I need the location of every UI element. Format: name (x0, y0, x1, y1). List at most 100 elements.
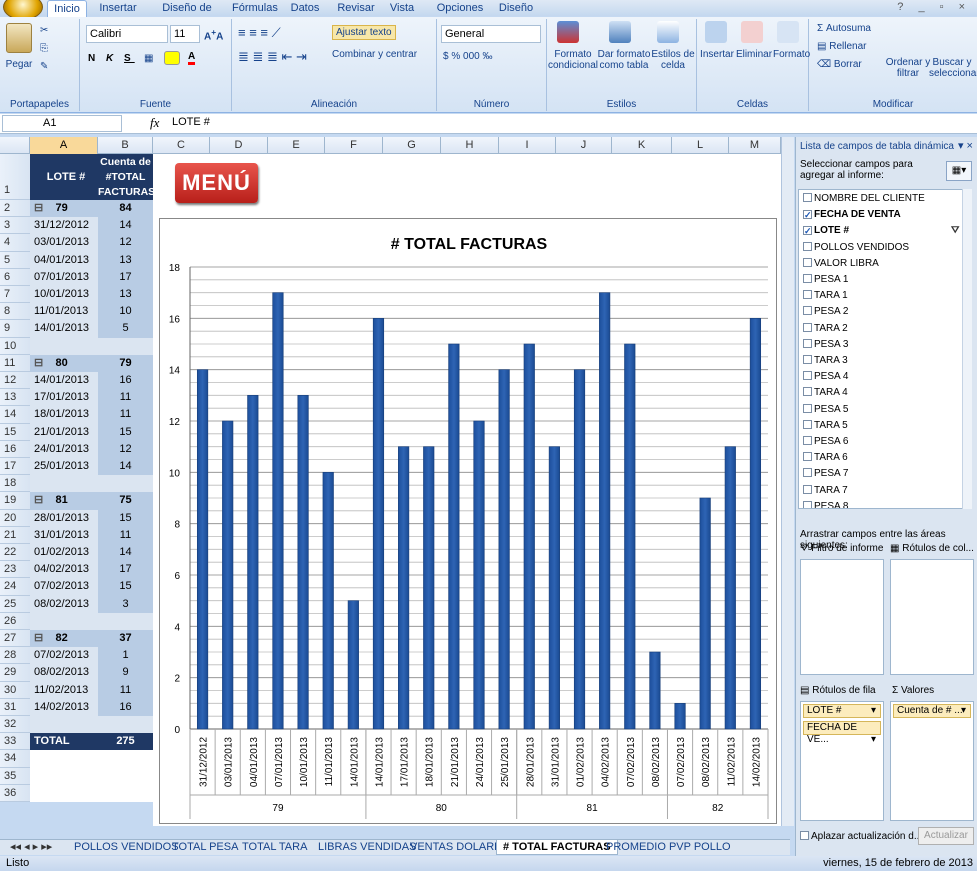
row-header[interactable]: 4 (0, 234, 30, 252)
pivot-field[interactable]: TARA 3 (803, 354, 848, 368)
pivot-value-cell[interactable]: 5 (98, 320, 153, 338)
pivot-field[interactable]: ✓ FECHA DE VENTA (803, 208, 901, 222)
font-name-select[interactable]: Calibri (86, 25, 168, 43)
column-header-K[interactable]: K (612, 137, 672, 154)
defer-update-checkbox[interactable]: Aplazar actualización d... (800, 831, 922, 842)
clear-button[interactable]: ⌫ Borrar (817, 59, 862, 70)
field-checkbox[interactable] (803, 452, 812, 462)
field-checkbox[interactable] (803, 257, 812, 267)
pivot-value-cell[interactable]: 17 (98, 561, 153, 579)
pivot-value-cell[interactable]: 14 (98, 458, 153, 476)
pivot-row-label[interactable]: 28/01/2013 (30, 509, 98, 527)
tab-5[interactable]: Revisar (333, 0, 379, 17)
pivot-row-label[interactable]: 17/01/2013 (30, 389, 98, 407)
pivot-row-label[interactable]: TOTAL (30, 733, 98, 751)
row-header[interactable]: 16 (0, 440, 30, 458)
paste-icon[interactable] (6, 23, 32, 53)
pivot-value-cell[interactable]: 16 (98, 698, 153, 716)
pivot-row-label[interactable] (30, 784, 98, 802)
update-button[interactable]: Actualizar (918, 827, 974, 845)
pivot-value-cell[interactable]: 11 (98, 389, 153, 407)
pivot-value-cell[interactable]: 14 (98, 217, 153, 235)
tab-1[interactable]: Insertar (92, 0, 144, 17)
pivot-row-label[interactable] (30, 767, 98, 785)
pivot-value-cell[interactable]: 13 (98, 251, 153, 269)
pivot-row-label[interactable]: 25/01/2013 (30, 458, 98, 476)
row-header[interactable]: 33 (0, 733, 30, 751)
collapse-icon[interactable]: ⊟ (34, 357, 43, 369)
pivot-row-label[interactable]: 08/02/2013 (30, 595, 98, 613)
field-checkbox[interactable] (803, 338, 812, 348)
tab-7[interactable]: Opciones (432, 0, 488, 17)
insert-button[interactable]: Insertar (699, 49, 735, 60)
pivot-row-label[interactable]: 08/02/2013 (30, 664, 98, 682)
number-format-icons[interactable]: $ % 000 ‰ (443, 51, 492, 62)
pivot-row-label[interactable]: 10/01/2013 (30, 286, 98, 304)
pivot-field[interactable]: ✓ LOTE # ⛛ (803, 224, 959, 238)
bar[interactable] (699, 497, 711, 730)
pivot-field[interactable]: NOMBRE DEL CLIENTE (803, 192, 925, 206)
bold-italic-underline[interactable]: N K S (88, 53, 135, 64)
column-header-F[interactable]: F (325, 137, 383, 154)
row-header[interactable]: 27 (0, 630, 30, 648)
pivot-value-cell[interactable]: 15 (98, 578, 153, 596)
pivot-field[interactable]: TARA 2 (803, 322, 848, 336)
report-filter-area[interactable] (800, 559, 884, 675)
column-header-J[interactable]: J (556, 137, 612, 154)
row-header[interactable]: 19 (0, 492, 30, 510)
find-select-button[interactable]: Buscar y seleccionar (929, 57, 977, 79)
pivot-value-cell[interactable] (98, 767, 153, 785)
vertical-scrollbar[interactable] (781, 137, 794, 826)
row-header[interactable]: 9 (0, 320, 30, 338)
sort-filter-button[interactable]: Ordenar y filtrar (885, 57, 931, 79)
close-icon[interactable]: ▾ × (958, 139, 973, 152)
field-checkbox[interactable]: ✓ (803, 210, 812, 220)
pivot-field[interactable]: TARA 6 (803, 451, 848, 465)
field-checkbox[interactable] (803, 403, 812, 413)
insert-cells-icon[interactable] (705, 21, 727, 43)
field-checkbox[interactable] (803, 241, 812, 251)
column-labels-area[interactable] (890, 559, 974, 675)
pivot-row-label[interactable]: 18/01/2013 (30, 406, 98, 424)
tab-6[interactable]: Vista (382, 0, 422, 17)
pivot-field[interactable]: PESA 5 (803, 403, 848, 417)
pivot-value-cell[interactable]: 1 (98, 647, 153, 665)
field-checkbox[interactable] (803, 419, 812, 429)
pivot-value-cell[interactable]: 15 (98, 423, 153, 441)
bar[interactable] (624, 343, 636, 730)
column-header-A[interactable]: A (30, 137, 98, 154)
row-header[interactable]: 28 (0, 647, 30, 665)
row-header[interactable]: 11 (0, 354, 30, 372)
pivot-row-label[interactable] (30, 716, 98, 734)
row-header[interactable]: 25 (0, 595, 30, 613)
cell-styles-icon[interactable] (657, 21, 679, 43)
pivot-value-cell[interactable] (98, 750, 153, 768)
pivot-value-cell[interactable]: 84 (98, 200, 153, 218)
wrap-text-button[interactable]: Ajustar texto (332, 25, 396, 40)
pivot-row-label[interactable]: 11/02/2013 (30, 681, 98, 699)
pivot-row-label[interactable] (30, 750, 98, 768)
field-checkbox[interactable] (803, 355, 812, 364)
borders-icon[interactable]: ▦ (144, 53, 153, 64)
cut-icon[interactable]: ✂ (40, 25, 48, 36)
column-header-I[interactable]: I (499, 137, 556, 154)
pivot-value-cell[interactable]: 11 (98, 526, 153, 544)
row-header[interactable]: 21 (0, 526, 30, 544)
format-painter-icon[interactable]: ✎ (40, 61, 48, 72)
pivot-value-cell[interactable]: 75 (98, 492, 153, 510)
pivot-value-cell[interactable]: 3 (98, 595, 153, 613)
bar[interactable] (724, 446, 736, 730)
row-header[interactable]: 30 (0, 681, 30, 699)
field-checkbox[interactable] (803, 274, 812, 283)
autosum-button[interactable]: Σ Autosuma (817, 23, 871, 34)
pivot-value-cell[interactable]: 12 (98, 440, 153, 458)
pivot-value-cell[interactable] (98, 784, 153, 802)
format-table-icon[interactable] (609, 21, 631, 43)
pivot-row-label[interactable]: 01/02/2013 (30, 544, 98, 562)
field-checkbox[interactable] (803, 436, 812, 445)
font-color-icon[interactable]: A (188, 51, 196, 65)
row-header[interactable]: 23 (0, 561, 30, 579)
bar[interactable] (322, 472, 334, 730)
tab-3[interactable]: Fórmulas (232, 0, 278, 17)
bar[interactable] (674, 703, 686, 730)
